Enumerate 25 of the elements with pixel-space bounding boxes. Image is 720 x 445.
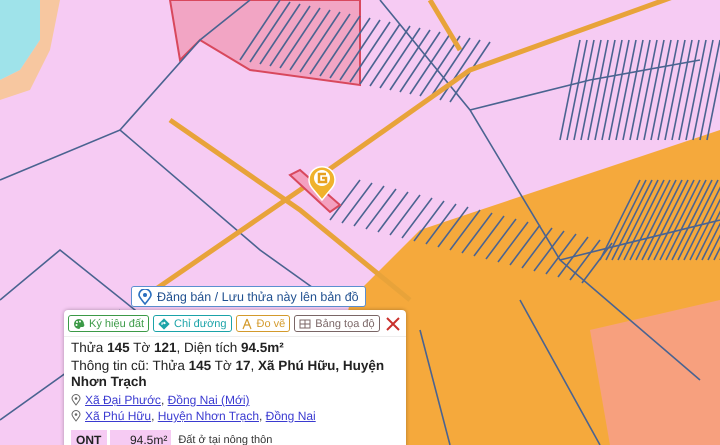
- address-link[interactable]: Đồng Nai: [266, 408, 316, 424]
- location-pin-icon: [71, 394, 81, 406]
- table-icon: [299, 318, 312, 330]
- map-pin-icon[interactable]: [307, 163, 337, 201]
- close-icon[interactable]: [386, 316, 400, 330]
- separator-text: ,: [259, 408, 264, 424]
- direction-icon: [158, 318, 170, 330]
- address-link[interactable]: Đồng Nai (Mới): [168, 392, 250, 408]
- separator-text: ,: [160, 392, 166, 408]
- land-area-badge: 94.5m²: [110, 430, 172, 445]
- address-link[interactable]: Huyện Nhơn Trạch: [158, 408, 259, 424]
- compass-icon: [240, 318, 253, 330]
- parcel-title: Thửa 145 Tờ 121, Diện tích 94.5m²: [71, 340, 285, 356]
- action-button[interactable]: Bảng tọa độ: [294, 315, 380, 332]
- land-code-badge: ONT: [71, 430, 107, 445]
- palette-icon: [73, 318, 85, 330]
- separator-text: ,: [151, 408, 156, 424]
- location-pin-icon: [71, 410, 81, 422]
- old-info-text: Thông tin cũ: Thửa 145 Tờ 17, Xã Phú Hữu, Huyện Nhơn Trạch: [71, 358, 386, 390]
- land-use-text: Đất ở tại nông thôn: [178, 434, 272, 445]
- post-listing-button[interactable]: Đăng bán / Lưu thửa này lên bản đồ: [131, 286, 366, 307]
- address-link[interactable]: Xã Phú Hữu: [85, 408, 152, 424]
- address-link[interactable]: Xã Đại Phước: [85, 392, 161, 408]
- action-button[interactable]: Ký hiệu đất: [68, 315, 150, 332]
- location-pin-icon: [138, 288, 152, 304]
